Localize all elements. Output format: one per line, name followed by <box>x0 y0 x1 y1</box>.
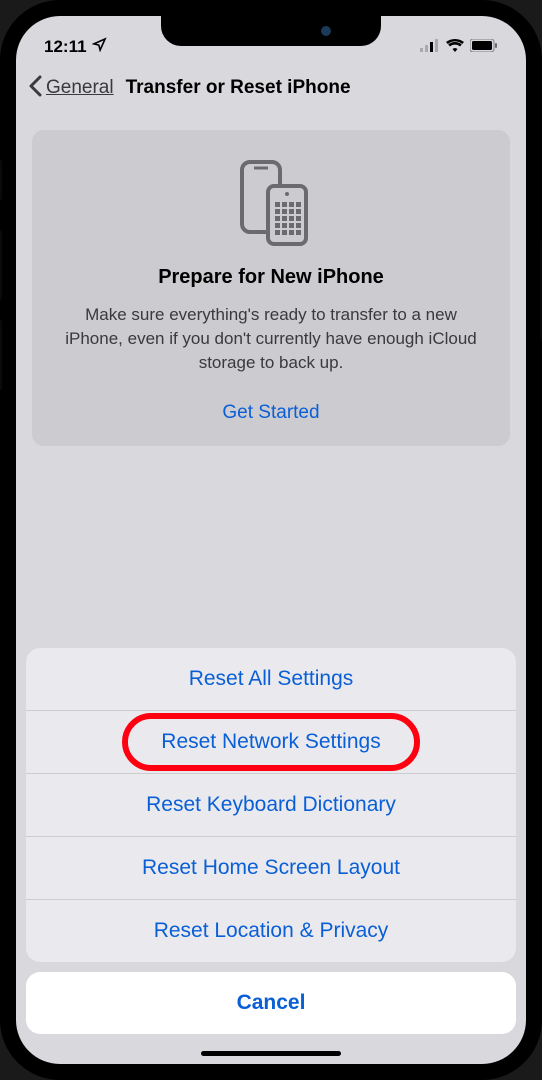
promo-description: Make sure everything's ready to transfer… <box>54 303 488 374</box>
cancel-label: Cancel <box>237 991 306 1014</box>
home-indicator[interactable] <box>201 1051 341 1056</box>
reset-network-settings-button[interactable]: Reset Network Settings <box>26 711 516 774</box>
back-chevron-icon[interactable] <box>28 74 42 102</box>
back-label[interactable]: General <box>46 77 114 99</box>
silent-switch <box>0 160 2 200</box>
nav-bar: General Transfer or Reset iPhone <box>16 64 526 114</box>
reset-keyboard-dictionary-button[interactable]: Reset Keyboard Dictionary <box>26 774 516 837</box>
action-label: Reset Network Settings <box>161 730 380 753</box>
cancel-button[interactable]: Cancel <box>26 972 516 1034</box>
content: Prepare for New iPhone Make sure everyth… <box>16 114 526 446</box>
battery-icon <box>470 37 498 57</box>
reset-home-screen-layout-button[interactable]: Reset Home Screen Layout <box>26 837 516 900</box>
action-label: Reset Home Screen Layout <box>142 856 400 879</box>
action-sheet: Reset All Settings Reset Network Setting… <box>26 648 516 962</box>
promo-devices-icon <box>54 158 488 248</box>
promo-title: Prepare for New iPhone <box>54 266 488 289</box>
promo-card: Prepare for New iPhone Make sure everyth… <box>32 130 510 446</box>
phone-frame: 12:11 General Tra <box>0 0 542 1080</box>
action-label: Reset All Settings <box>189 667 354 690</box>
volume-up-button <box>0 230 2 300</box>
notch <box>161 16 381 46</box>
camera-dot <box>321 26 331 36</box>
action-label: Reset Location & Privacy <box>154 919 389 942</box>
get-started-link[interactable]: Get Started <box>54 402 488 424</box>
status-left: 12:11 <box>44 37 107 57</box>
nav-title: Transfer or Reset iPhone <box>126 77 351 99</box>
status-right <box>420 37 498 57</box>
action-sheet-container: Reset All Settings Reset Network Setting… <box>16 648 526 1064</box>
wifi-icon <box>446 37 464 57</box>
location-arrow-icon <box>92 37 107 57</box>
reset-location-privacy-button[interactable]: Reset Location & Privacy <box>26 900 516 962</box>
cellular-signal-icon <box>420 37 440 57</box>
reset-all-settings-button[interactable]: Reset All Settings <box>26 648 516 711</box>
status-time: 12:11 <box>44 37 87 57</box>
phone-screen: 12:11 General Tra <box>16 16 526 1064</box>
action-label: Reset Keyboard Dictionary <box>146 793 396 816</box>
volume-down-button <box>0 320 2 390</box>
